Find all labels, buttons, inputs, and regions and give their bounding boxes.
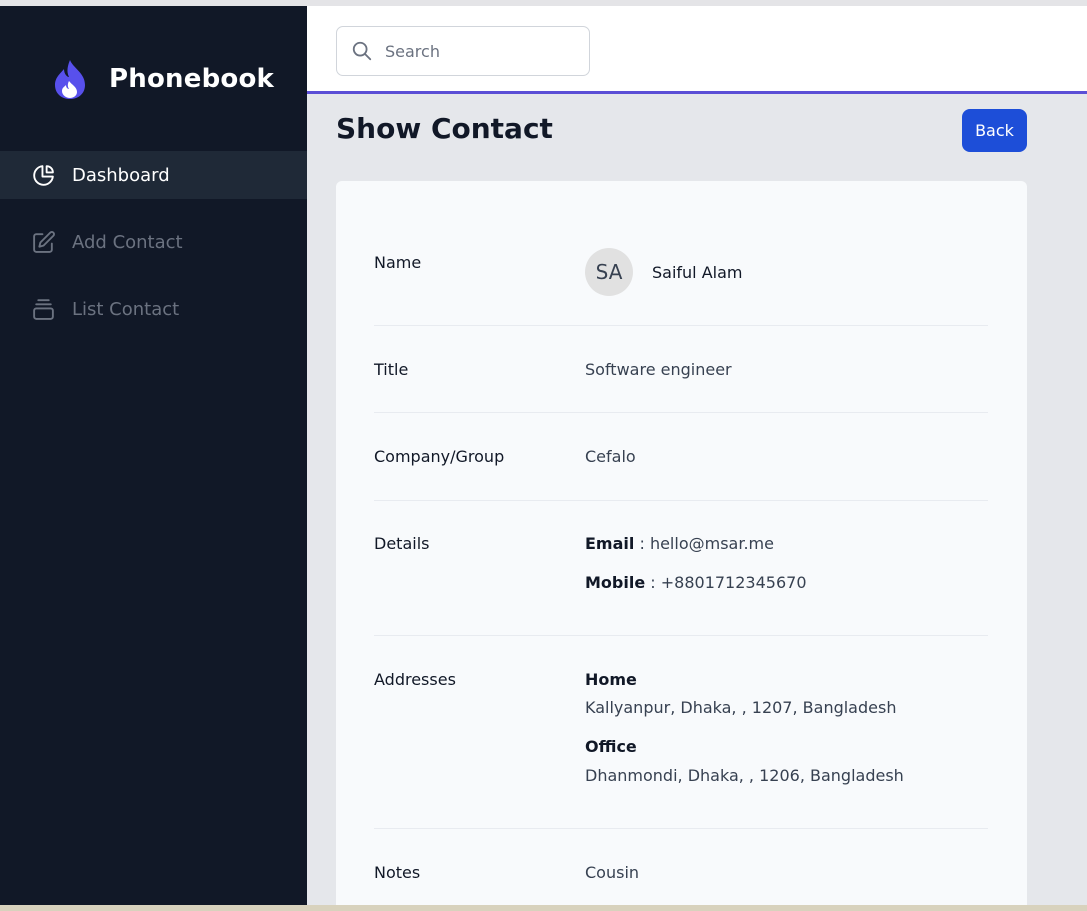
desktop-background-strip <box>0 905 1087 911</box>
top-bar <box>307 6 1087 94</box>
title-label: Title <box>374 360 409 379</box>
notes-value: Cousin <box>585 863 640 882</box>
sidebar-item-label: List Contact <box>72 298 180 320</box>
flame-logo-icon <box>55 60 85 99</box>
company-value: Cefalo <box>585 447 636 466</box>
app-name: Phonebook <box>109 64 274 94</box>
address-text: Dhanmondi, Dhaka, , 1206, Bangladesh <box>585 766 904 785</box>
company-label: Company/Group <box>374 447 505 466</box>
search-icon <box>352 41 372 61</box>
brand[interactable]: Phonebook <box>51 58 274 100</box>
page-title: Show Contact <box>336 112 553 145</box>
addresses-row: Addresses Home Kallyanpur, Dhaka, , 1207… <box>374 636 988 829</box>
contact-card: Name SA Saiful Alam Title Software engin… <box>336 181 1027 911</box>
email-value: hello@msar.me <box>649 534 774 553</box>
address-type: Office <box>585 737 637 756</box>
sidebar-item-label: Add Contact <box>72 231 183 253</box>
avatar: SA <box>585 248 633 296</box>
sidebar-item-dashboard[interactable]: Dashboard <box>0 151 307 199</box>
name-row: Name SA Saiful Alam <box>374 181 988 326</box>
notes-label: Notes <box>374 863 421 882</box>
email-label: Email <box>585 534 635 553</box>
chart-pie-icon <box>33 164 54 186</box>
title-value: Software engineer <box>585 360 732 379</box>
addresses-label: Addresses <box>374 670 456 689</box>
details-row: Details Email : hello@msar.me Mobile : +… <box>374 501 988 636</box>
edit-icon <box>33 230 55 253</box>
notes-row: Notes Cousin <box>374 829 988 911</box>
title-row: Title Software engineer <box>374 326 988 413</box>
archive-icon <box>33 298 54 320</box>
search-box[interactable] <box>336 26 590 76</box>
address-type: Home <box>585 670 637 689</box>
sidebar-item-label: Dashboard <box>72 164 170 186</box>
sidebar: Phonebook Dashboard Add Contact List Con… <box>0 6 307 905</box>
sidebar-item-add-contact[interactable]: Add Contact <box>0 218 307 266</box>
back-button[interactable]: Back <box>962 109 1027 152</box>
address-text: Kallyanpur, Dhaka, , 1207, Bangladesh <box>585 698 897 717</box>
sidebar-item-list-contact[interactable]: List Contact <box>0 285 307 333</box>
search-input[interactable] <box>385 41 575 61</box>
company-row: Company/Group Cefalo <box>374 413 988 501</box>
name-label: Name <box>374 253 422 272</box>
mobile-value: +8801712345670 <box>660 573 807 592</box>
mobile-label: Mobile <box>585 573 646 592</box>
main-content: Show Contact Back Name SA Saiful Alam Ti… <box>307 6 1087 911</box>
contact-name: Saiful Alam <box>652 263 743 282</box>
mobile-line: Mobile : +8801712345670 <box>585 573 807 592</box>
email-line: Email : hello@msar.me <box>585 534 774 553</box>
details-label: Details <box>374 534 430 553</box>
